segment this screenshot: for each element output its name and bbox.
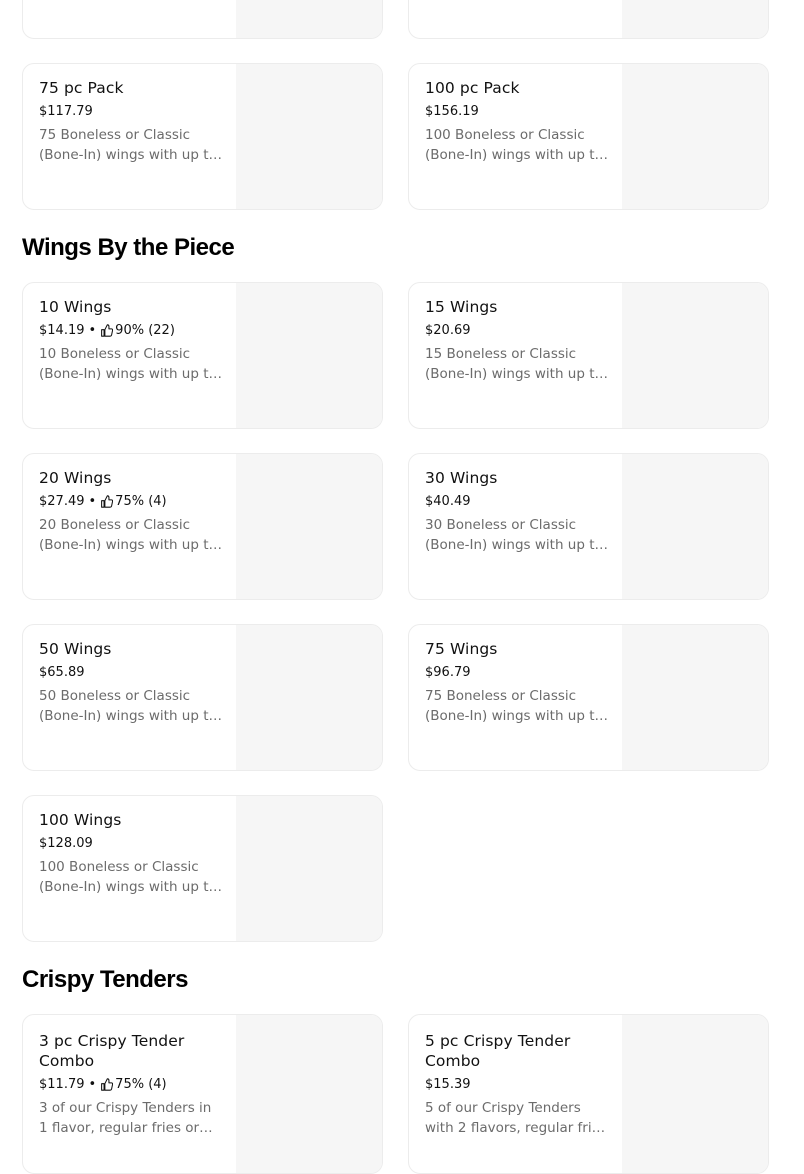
item-description: 30 Boneless or Classic (Bone-In) wings w…	[425, 517, 603, 553]
item-name: 30 Wings	[425, 469, 498, 487]
item-image-placeholder	[622, 454, 768, 599]
item-name: 15 Wings	[425, 298, 498, 316]
menu-item-card-partial-left[interactable]	[22, 0, 383, 39]
item-image-placeholder	[236, 625, 382, 770]
item-description: 3 of our Crispy Tenders in 1 flavor, reg…	[39, 1100, 212, 1136]
item-price: $11.79	[39, 1077, 85, 1092]
item-image-placeholder	[622, 0, 768, 38]
meta-separator: •	[88, 494, 97, 509]
item-image-placeholder	[236, 454, 382, 599]
meta-separator: •	[88, 1077, 97, 1092]
item-name: 100 Wings	[39, 811, 122, 829]
item-name: 75 pc Pack	[39, 79, 124, 97]
menu-item-30-wings[interactable]: 30 Wings $40.49 30 Boneless or Classic (…	[408, 453, 769, 600]
item-price: $40.49	[425, 494, 471, 509]
item-name: 3 pc Crispy Tender Combo	[39, 1032, 185, 1070]
item-description: 75 Boneless or Classic (Bone-In) wings w…	[425, 688, 603, 724]
menu-item-10-wings[interactable]: 10 Wings $14.19 • 90% (22) 10 Boneless o…	[22, 282, 383, 429]
item-image-placeholder	[236, 64, 382, 209]
menu-item-75-wings[interactable]: 75 Wings $96.79 75 Boneless or Classic (…	[408, 624, 769, 771]
menu-item-100-wings[interactable]: 100 Wings $128.09 100 Boneless or Classi…	[22, 795, 383, 942]
item-price: $156.19	[425, 104, 479, 119]
thumbs-up-icon	[100, 1078, 114, 1091]
menu-item-75-pc-pack[interactable]: 75 pc Pack $117.79 75 Boneless or Classi…	[22, 63, 383, 210]
item-name: 100 pc Pack	[425, 79, 520, 97]
thumbs-up-icon	[100, 324, 114, 337]
item-price: $15.39	[425, 1077, 471, 1092]
item-description: 20 Boneless or Classic (Bone-In) wings w…	[39, 517, 217, 553]
item-name: 5 pc Crispy Tender Combo	[425, 1032, 571, 1070]
item-description: 15 Boneless or Classic (Bone-In) wings w…	[425, 346, 603, 382]
item-price: $65.89	[39, 665, 85, 680]
item-image-placeholder	[622, 283, 768, 428]
item-image-placeholder	[236, 283, 382, 428]
item-price: $96.79	[425, 665, 471, 680]
item-image-placeholder	[622, 64, 768, 209]
item-rating: 90% (22)	[115, 323, 175, 338]
menu-item-15-wings[interactable]: 15 Wings $20.69 15 Boneless or Classic (…	[408, 282, 769, 429]
item-rating: 75% (4)	[115, 494, 167, 509]
item-image-placeholder	[622, 625, 768, 770]
item-description: 5 of our Crispy Tenders with 2 flavors, …	[425, 1100, 607, 1136]
item-description: 100 Boneless or Classic (Bone-In) wings …	[425, 127, 603, 163]
item-description: 10 Boneless or Classic (Bone-In) wings w…	[39, 346, 217, 382]
item-image-placeholder	[236, 0, 382, 38]
thumbs-up-icon	[100, 495, 114, 508]
section-title-crispy-tenders: Crispy Tenders	[22, 966, 188, 993]
item-image-placeholder	[236, 1015, 382, 1173]
item-name: 75 Wings	[425, 640, 498, 658]
section-title-wings-by-the-piece: Wings By the Piece	[22, 234, 235, 261]
item-rating: 75% (4)	[115, 1077, 167, 1092]
item-price: $128.09	[39, 836, 93, 851]
menu-item-50-wings[interactable]: 50 Wings $65.89 50 Boneless or Classic (…	[22, 624, 383, 771]
menu-item-20-wings[interactable]: 20 Wings $27.49 • 75% (4) 20 Boneless or…	[22, 453, 383, 600]
item-image-placeholder	[622, 1015, 768, 1173]
item-description: 50 Boneless or Classic (Bone-In) wings w…	[39, 688, 217, 724]
item-image-placeholder	[236, 796, 382, 941]
item-name: 20 Wings	[39, 469, 112, 487]
menu-item-100-pc-pack[interactable]: 100 pc Pack $156.19 100 Boneless or Clas…	[408, 63, 769, 210]
item-price: $14.19	[39, 323, 85, 338]
meta-separator: •	[88, 323, 97, 338]
item-price: $117.79	[39, 104, 93, 119]
item-price: $20.69	[425, 323, 471, 338]
item-description: 75 Boneless or Classic (Bone-In) wings w…	[39, 127, 217, 163]
item-price: $27.49	[39, 494, 85, 509]
item-name: 50 Wings	[39, 640, 112, 658]
menu-item-card-partial-right[interactable]	[408, 0, 769, 39]
item-description: 100 Boneless or Classic (Bone-In) wings …	[39, 859, 217, 895]
menu-item-3-pc-crispy-tender-combo[interactable]: 3 pc Crispy Tender Combo $11.79 • 75% (4…	[22, 1014, 383, 1174]
menu-item-5-pc-crispy-tender-combo[interactable]: 5 pc Crispy Tender Combo $15.39 5 of our…	[408, 1014, 769, 1174]
item-name: 10 Wings	[39, 298, 112, 316]
